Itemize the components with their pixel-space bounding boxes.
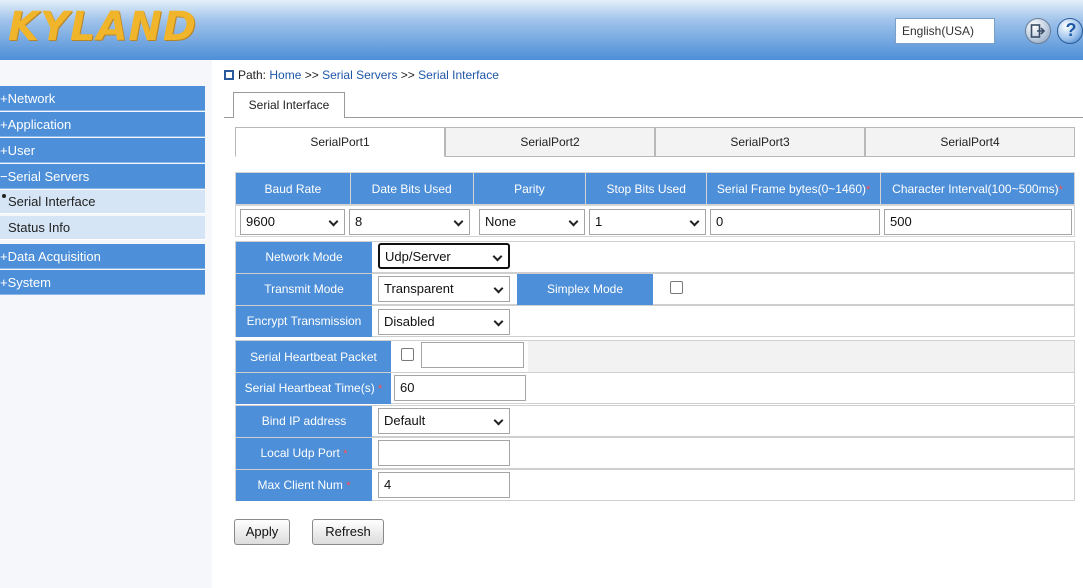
heartbeat-time-input[interactable]: 60 (394, 375, 526, 401)
help-icon[interactable]: ? (1057, 18, 1083, 44)
breadcrumb-label: Path: (238, 68, 267, 82)
max-client-label: Max Client Num * (236, 470, 372, 501)
breadcrumb-separator: >> (400, 68, 415, 82)
sidebar-item-network[interactable]: +Network (0, 86, 205, 111)
breadcrumb-serial-servers-link[interactable]: Serial Servers (322, 68, 397, 82)
required-mark: * (378, 383, 383, 395)
sidebar-item-status-info[interactable]: Status Info (0, 216, 205, 240)
sidebar-item-serial-servers[interactable]: −Serial Servers (0, 164, 205, 189)
serial-params-table: Baud Rate Date Bits Used Parity Stop Bit… (235, 172, 1075, 205)
simplex-mode-label: Simplex Mode (517, 274, 653, 305)
col-baud-rate: Baud Rate (235, 172, 351, 205)
tab-underline (224, 117, 1083, 118)
network-mode-label: Network Mode (236, 242, 372, 273)
col-parity: Parity (472, 172, 587, 205)
table-header-row: Baud Rate Date Bits Used Parity Stop Bit… (235, 172, 1075, 205)
table-row: 9600 8 None 1 0 500 (235, 205, 1075, 237)
breadcrumb-square-icon (224, 70, 234, 80)
col-frame-bytes-label: Serial Frame bytes(0~1460) (716, 181, 866, 196)
char-interval-input[interactable]: 500 (884, 209, 1072, 235)
sidebar-item-system[interactable]: +System (0, 270, 205, 295)
header-bar: KYLAND English(USA) ? (0, 0, 1083, 60)
col-frame-bytes: Serial Frame bytes(0~1460)* (706, 172, 882, 205)
transmit-mode-select[interactable]: Transparent (378, 276, 510, 302)
heartbeat-time-label-text: Serial Heartbeat Time(s) (244, 381, 375, 395)
heartbeat-packet-input[interactable] (421, 342, 524, 368)
transmit-mode-label: Transmit Mode (236, 274, 372, 305)
refresh-button[interactable]: Refresh (312, 519, 384, 545)
required-mark: * (346, 480, 351, 492)
parity-select[interactable]: None (479, 209, 585, 235)
encrypt-select[interactable]: Disabled (378, 309, 510, 335)
required-mark: * (866, 183, 871, 196)
logout-icon[interactable] (1025, 18, 1051, 44)
col-char-interval: Character Interval(100~500ms)* (880, 172, 1075, 205)
apply-button[interactable]: Apply (234, 519, 290, 545)
language-select[interactable]: English(USA) (895, 18, 995, 44)
sidebar-item-data-acquisition[interactable]: +Data Acquisition (0, 244, 205, 269)
breadcrumb-separator: >> (304, 68, 319, 82)
sidebar-item-application[interactable]: +Application (0, 112, 205, 137)
sidebar-item-serial-interface[interactable]: Serial Interface (0, 190, 205, 214)
sidebar-divider (205, 60, 212, 588)
local-port-label: Local Udp Port * (236, 438, 372, 469)
breadcrumb-serial-interface-link[interactable]: Serial Interface (418, 68, 499, 82)
breadcrumb-home-link[interactable]: Home (269, 68, 301, 82)
baud-rate-select[interactable]: 9600 (240, 209, 345, 235)
max-client-input[interactable]: 4 (378, 472, 510, 498)
heartbeat-time-label: Serial Heartbeat Time(s) * (236, 373, 391, 404)
col-data-bits: Date Bits Used (349, 172, 474, 205)
heartbeat-packet-checkbox[interactable] (401, 348, 414, 361)
frame-bytes-input[interactable]: 0 (710, 209, 880, 235)
serial-port-tabs: SerialPort1 SerialPort2 SerialPort3 Seri… (235, 127, 1075, 157)
network-mode-select[interactable]: Udp/Server (378, 243, 510, 269)
tab-serialport4[interactable]: SerialPort4 (865, 127, 1075, 157)
tab-serialport1[interactable]: SerialPort1 (235, 127, 445, 157)
local-port-label-text: Local Udp Port (260, 446, 340, 460)
max-client-label-text: Max Client Num (257, 478, 343, 492)
tab-serialport3[interactable]: SerialPort3 (655, 127, 865, 157)
required-mark: * (1058, 183, 1063, 196)
col-stop-bits: Stop Bits Used (585, 172, 708, 205)
local-port-input[interactable] (378, 440, 510, 466)
stop-bits-select[interactable]: 1 (589, 209, 706, 235)
tab-serial-interface[interactable]: Serial Interface (233, 92, 345, 118)
bind-ip-label: Bind IP address (236, 406, 372, 437)
sidebar-item-user[interactable]: +User (0, 138, 205, 163)
kyland-logo: KYLAND (8, 4, 198, 50)
col-char-interval-label: Character Interval(100~500ms) (892, 181, 1059, 196)
bind-ip-select[interactable]: Default (378, 408, 510, 434)
breadcrumb: Path: Home >> Serial Servers >> Serial I… (224, 68, 499, 82)
required-mark: * (343, 448, 348, 460)
heartbeat-packet-label: Serial Heartbeat Packet (236, 341, 391, 373)
simplex-mode-checkbox[interactable] (670, 281, 683, 294)
tab-serialport2[interactable]: SerialPort2 (445, 127, 655, 157)
data-bits-select[interactable]: 8 (349, 209, 470, 235)
encrypt-label: Encrypt Transmission (236, 306, 372, 337)
